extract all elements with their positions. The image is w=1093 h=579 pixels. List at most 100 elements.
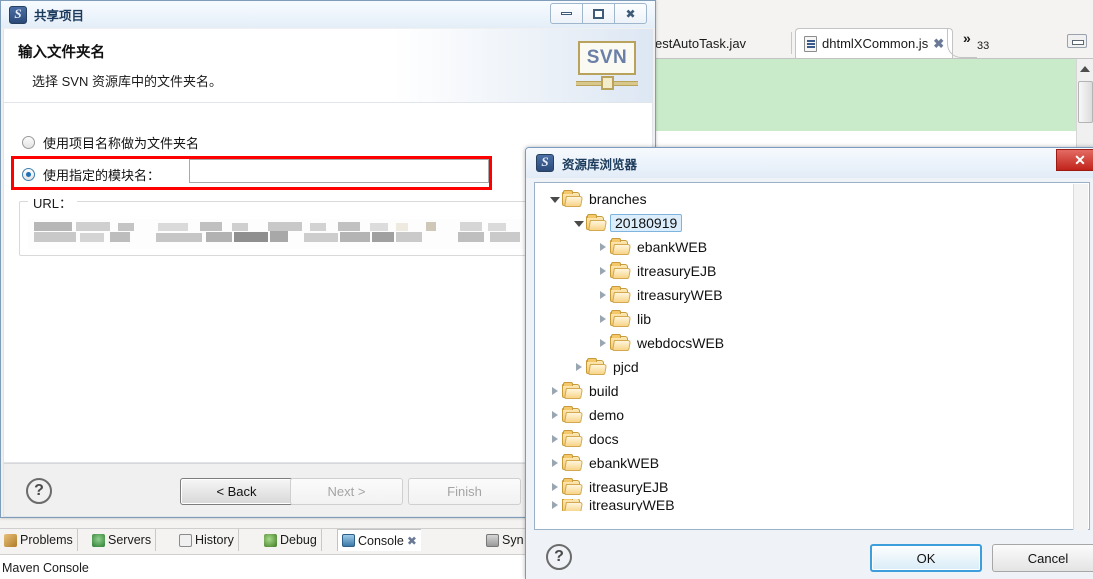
tree-item[interactable]: ebankWEB xyxy=(538,235,1068,259)
help-button[interactable]: ? xyxy=(546,544,572,570)
editor-minimize-button[interactable] xyxy=(1067,34,1087,48)
tree-item[interactable]: itreasuryWEB xyxy=(538,499,1068,511)
radio-label: 使用指定的模块名： xyxy=(43,168,161,183)
view-tab-servers[interactable]: Servers xyxy=(88,529,157,551)
help-button[interactable]: ? xyxy=(26,478,52,504)
editor-tab-inactive[interactable]: estAutoTask.jav xyxy=(655,28,754,58)
tree-item[interactable]: 20180919 xyxy=(538,211,1068,235)
tree-item-label: branches xyxy=(589,191,647,207)
tree-item[interactable]: itreasuryEJB xyxy=(538,259,1068,283)
editor-selection-region xyxy=(655,59,1080,131)
tree-item[interactable]: lib xyxy=(538,307,1068,331)
view-tab-console[interactable]: Console ✖ xyxy=(337,529,421,551)
folder-icon xyxy=(610,310,628,326)
folder-icon xyxy=(586,358,604,374)
tree-collapse-arrow-icon[interactable] xyxy=(596,331,610,355)
tree-item[interactable]: branches xyxy=(538,187,1068,211)
module-name-input[interactable] xyxy=(189,159,489,183)
next-button: Next > xyxy=(290,478,403,505)
cancel-button[interactable]: Cancel xyxy=(992,544,1093,572)
editor-tab-active[interactable]: dhtmlXCommon.js ✖ xyxy=(795,28,954,58)
minimize-button[interactable] xyxy=(550,3,583,24)
tree-collapse-arrow-icon[interactable] xyxy=(548,499,562,511)
view-tab-synchronize[interactable]: Syn xyxy=(482,529,528,551)
share-dialog-title: 共享项目 xyxy=(34,9,85,23)
view-tab-history[interactable]: History xyxy=(175,529,239,551)
folder-icon xyxy=(610,286,628,302)
tree-collapse-arrow-icon[interactable] xyxy=(548,475,562,499)
help-icon: ? xyxy=(554,548,564,565)
tree-item-label: lib xyxy=(637,311,652,327)
editor-tab-label: dhtmlXCommon.js xyxy=(822,36,929,51)
close-icon[interactable]: ✖ xyxy=(933,36,944,52)
tree-collapse-arrow-icon[interactable] xyxy=(572,355,586,379)
folder-icon xyxy=(610,238,628,254)
tree-item-label: webdocsWEB xyxy=(637,335,725,351)
view-tab-label: Syn xyxy=(502,533,524,547)
history-icon xyxy=(179,533,192,547)
ok-button[interactable]: OK xyxy=(870,544,982,572)
scrollbar-thumb[interactable] xyxy=(1078,81,1093,123)
tree-item-label: demo xyxy=(589,407,625,423)
tree-item-label: docs xyxy=(589,431,619,447)
share-dialog-titlebar[interactable]: 共享项目 ✖ xyxy=(1,1,655,28)
scroll-up-arrow-icon[interactable] xyxy=(1080,66,1090,72)
tree-collapse-arrow-icon[interactable] xyxy=(596,259,610,283)
restore-button[interactable] xyxy=(582,3,615,24)
back-button[interactable]: < Back xyxy=(180,478,293,505)
tree-item-label: 20180919 xyxy=(610,214,683,232)
repo-dialog-titlebar[interactable]: 资源库浏览器 ✕ xyxy=(526,148,1093,178)
cancel-button-label: Cancel xyxy=(1027,550,1069,566)
tree-item[interactable]: demo xyxy=(538,403,1068,427)
radio-label: 使用项目名称做为文件夹名 xyxy=(43,136,200,151)
tab-divider xyxy=(791,32,792,54)
repository-tree-panel: branches 20180919 ebankWEB itreasuryEJB itre… xyxy=(534,182,1090,530)
repo-dialog-title: 资源库浏览器 xyxy=(562,157,638,172)
tree-collapse-arrow-icon[interactable] xyxy=(596,283,610,307)
folder-icon xyxy=(610,334,628,350)
view-tab-problems[interactable]: Problems xyxy=(0,529,78,551)
tree-expand-arrow-icon[interactable] xyxy=(572,211,586,235)
tab-overflow-chevron[interactable]: » 33 xyxy=(947,28,1013,58)
help-icon: ? xyxy=(34,482,44,499)
next-button-label: Next > xyxy=(327,484,366,499)
tree-collapse-arrow-icon[interactable] xyxy=(548,451,562,475)
tree-item[interactable]: webdocsWEB xyxy=(538,331,1068,355)
tree-item[interactable]: build xyxy=(538,379,1068,403)
close-button[interactable]: ✖ xyxy=(614,3,647,24)
svn-logo-text: SVN xyxy=(578,41,636,75)
radio-button-icon[interactable] xyxy=(22,168,35,181)
repository-tree[interactable]: branches 20180919 ebankWEB itreasuryEJB itre… xyxy=(538,187,1068,525)
finish-button-label: Finish xyxy=(447,484,482,499)
radio-use-specified-module[interactable]: 使用指定的模块名： xyxy=(22,165,160,184)
svn-logo-icon: SVN xyxy=(576,41,638,91)
radio-use-project-name[interactable]: 使用项目名称做为文件夹名 xyxy=(22,133,199,152)
tree-item-label: itreasuryEJB xyxy=(637,263,717,279)
tree-item[interactable]: itreasuryWEB xyxy=(538,283,1068,307)
tree-item[interactable]: docs xyxy=(538,427,1068,451)
tree-item[interactable]: itreasuryEJB xyxy=(538,475,1068,499)
tree-collapse-arrow-icon[interactable] xyxy=(596,307,610,331)
tree-expand-arrow-icon[interactable] xyxy=(548,187,562,211)
editor-tab-label: estAutoTask.jav xyxy=(655,35,747,51)
url-value-redacted[interactable] xyxy=(28,219,550,249)
folder-icon xyxy=(562,382,580,398)
debug-icon xyxy=(264,533,277,547)
tree-collapse-arrow-icon[interactable] xyxy=(596,235,610,259)
close-icon[interactable]: ✖ xyxy=(407,534,417,548)
radio-button-icon[interactable] xyxy=(22,136,35,149)
view-tab-debug[interactable]: Debug xyxy=(260,529,322,551)
tree-item[interactable]: ebankWEB xyxy=(538,451,1068,475)
editor-tab-strip: estAutoTask.jav dhtmlXCommon.js ✖ » 33 xyxy=(655,28,1093,58)
servers-icon xyxy=(92,533,105,547)
folder-icon xyxy=(562,406,580,422)
tree-item[interactable]: pjcd xyxy=(538,355,1068,379)
tree-collapse-arrow-icon[interactable] xyxy=(548,403,562,427)
console-icon xyxy=(342,534,355,547)
chevron-right-icon: » xyxy=(963,30,971,46)
share-dialog-header: 输入文件夹名 选择 SVN 资源库中的文件夹名。 SVN xyxy=(3,29,653,103)
close-button[interactable]: ✕ xyxy=(1056,149,1093,171)
tree-vertical-scrollbar[interactable] xyxy=(1073,184,1088,530)
tree-collapse-arrow-icon[interactable] xyxy=(548,379,562,403)
tree-collapse-arrow-icon[interactable] xyxy=(548,427,562,451)
